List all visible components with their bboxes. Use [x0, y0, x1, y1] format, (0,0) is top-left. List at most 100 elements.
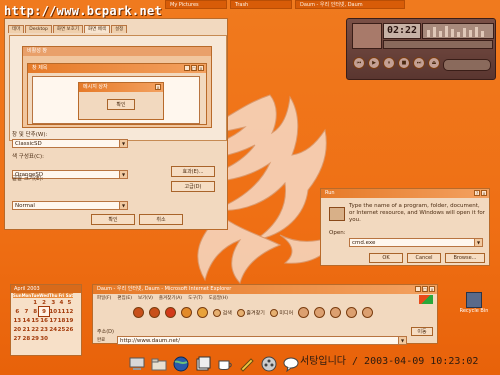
media-volume[interactable] [443, 59, 491, 71]
go-button[interactable]: 이동 [411, 327, 433, 336]
forward-icon[interactable] [149, 307, 160, 318]
pause-icon[interactable]: ⏸ [383, 57, 395, 69]
stop-icon[interactable]: ■ [398, 57, 410, 69]
home-icon[interactable] [197, 307, 208, 318]
run-ok-button[interactable]: OK [369, 253, 403, 263]
calendar-day[interactable]: 26 [65, 325, 74, 334]
menu-help[interactable]: 도움말(H) [209, 295, 228, 301]
window-buttons-select[interactable]: ClassicSD ▼ [12, 139, 128, 148]
calendar-day[interactable]: 15 [31, 316, 39, 325]
calendar-day[interactable]: 12 [65, 307, 74, 316]
font-size-select[interactable]: Normal ▼ [12, 201, 128, 210]
windows-icon[interactable] [194, 356, 212, 372]
calendar-day[interactable]: 20 [13, 325, 22, 334]
calendar-day[interactable]: 27 [13, 334, 22, 343]
tab-screensaver[interactable]: 화면 보호기 [52, 25, 83, 33]
calendar-day[interactable]: 24 [49, 325, 57, 334]
refresh-icon[interactable] [181, 307, 192, 318]
discuss-icon[interactable] [362, 307, 374, 318]
weekday: Thu [49, 293, 58, 298]
taskbar-item-browser[interactable]: Daum - 우리 인터넷, Daum [295, 0, 405, 9]
media-equalizer [422, 23, 494, 39]
taskbar-item-my-pictures[interactable]: My Pictures [165, 0, 227, 9]
menu-tools[interactable]: 도구(T) [188, 295, 203, 301]
tab-settings[interactable]: 설정 [110, 25, 128, 33]
calendar-day[interactable]: 29 [31, 334, 39, 343]
tab-appearance[interactable]: 화면 배색 [83, 25, 110, 33]
calendar-day[interactable]: 4 [57, 298, 65, 307]
calendar-day[interactable]: 18 [57, 316, 66, 325]
search-button[interactable]: 검색 [213, 308, 232, 317]
calendar-day[interactable]: 30 [39, 334, 49, 343]
close-icon[interactable]: x [429, 286, 435, 292]
calendar-day[interactable]: 5 [65, 298, 73, 307]
address-bar[interactable]: http://www.daum.net/ ▼ [117, 336, 407, 345]
calendar-day[interactable]: 21 [22, 325, 32, 334]
media-seek-bar[interactable] [383, 40, 493, 49]
calendar-day[interactable]: 28 [22, 334, 32, 343]
calendar-day[interactable]: 11 [57, 307, 66, 316]
close-icon[interactable]: x [481, 190, 487, 196]
calendar-day[interactable]: 8 [31, 307, 39, 316]
tab-desktop[interactable]: Desktop [25, 25, 52, 33]
stop-icon[interactable] [165, 307, 176, 318]
calendar-day[interactable]: 7 [22, 307, 32, 316]
globe-icon[interactable] [172, 356, 190, 372]
ok-button[interactable]: 확인 [91, 214, 135, 225]
edit-icon[interactable] [346, 307, 358, 318]
calendar-day[interactable]: 23 [39, 325, 49, 334]
taskbar-item-trash[interactable]: Trash [230, 0, 292, 9]
menu-file[interactable]: 파일(F) [97, 295, 111, 301]
calendar-day[interactable]: 25 [57, 325, 66, 334]
tab-theme[interactable]: 테마 [8, 25, 25, 33]
run-browse-button[interactable]: Browse... [445, 253, 485, 263]
run-open-input[interactable]: cmd.exe ▼ [349, 238, 483, 247]
calendar-day[interactable]: 6 [13, 307, 22, 316]
calendar-day[interactable]: 16 [39, 316, 49, 325]
preview-inactive-label: 비활성 창 [27, 48, 47, 54]
calendar-day[interactable]: 3 [49, 298, 57, 307]
menu-favorites[interactable]: 즐겨찾기(A) [159, 295, 182, 301]
calendar-day[interactable]: 22 [31, 325, 39, 334]
folder-icon[interactable] [150, 356, 168, 372]
coffee-cup-icon[interactable] [216, 356, 234, 372]
run-dialog-message: Type the name of a program, folder, docu… [349, 203, 485, 223]
menu-edit[interactable]: 편집(E) [117, 295, 132, 301]
prev-icon[interactable]: ⏮ [353, 57, 365, 69]
calendar-day[interactable]: 13 [13, 316, 22, 325]
favorites-button[interactable]: 즐겨찾기 [236, 308, 265, 317]
calendar-day-today[interactable]: 9 [38, 306, 51, 317]
maximize-icon[interactable]: □ [422, 286, 428, 292]
film-reel-icon[interactable] [260, 356, 278, 372]
mail-icon[interactable] [314, 307, 326, 318]
calendar-day[interactable]: 2 [39, 298, 49, 307]
help-icon[interactable]: ? [474, 190, 480, 196]
history-icon[interactable] [298, 307, 310, 318]
advanced-button[interactable]: 고급(D) [171, 181, 215, 192]
taskbar-label: Trash [235, 2, 249, 8]
calendar-day[interactable]: 10 [49, 307, 57, 316]
media-visualizer [352, 23, 382, 49]
cancel-button[interactable]: 취소 [139, 214, 183, 225]
play-icon[interactable]: ▶ [368, 57, 380, 69]
next-icon[interactable]: ⏭ [413, 57, 425, 69]
recycle-bin-label: Recycle Bin [459, 308, 489, 314]
run-cancel-button[interactable]: Cancel [407, 253, 441, 263]
calendar-day[interactable]: 1 [31, 298, 39, 307]
effects-button[interactable]: 효과(E)... [171, 166, 215, 177]
back-icon[interactable] [133, 307, 144, 318]
run-open-value: cmd.exe [352, 240, 376, 246]
pencil-icon[interactable] [238, 356, 256, 372]
calendar-day[interactable]: 14 [22, 316, 32, 325]
media-button[interactable]: 미디어 [269, 308, 293, 317]
chat-bubble-icon[interactable] [282, 356, 300, 372]
print-icon[interactable] [330, 307, 342, 318]
calendar-day[interactable]: 17 [49, 316, 57, 325]
computer-icon[interactable] [128, 356, 146, 372]
calendar-day [65, 334, 73, 343]
minimize-icon[interactable]: _ [415, 286, 421, 292]
recycle-bin[interactable]: Recycle Bin [456, 292, 492, 314]
eject-icon[interactable]: ⏏ [428, 57, 440, 69]
menu-view[interactable]: 보기(V) [138, 295, 153, 301]
calendar-day[interactable]: 19 [65, 316, 74, 325]
